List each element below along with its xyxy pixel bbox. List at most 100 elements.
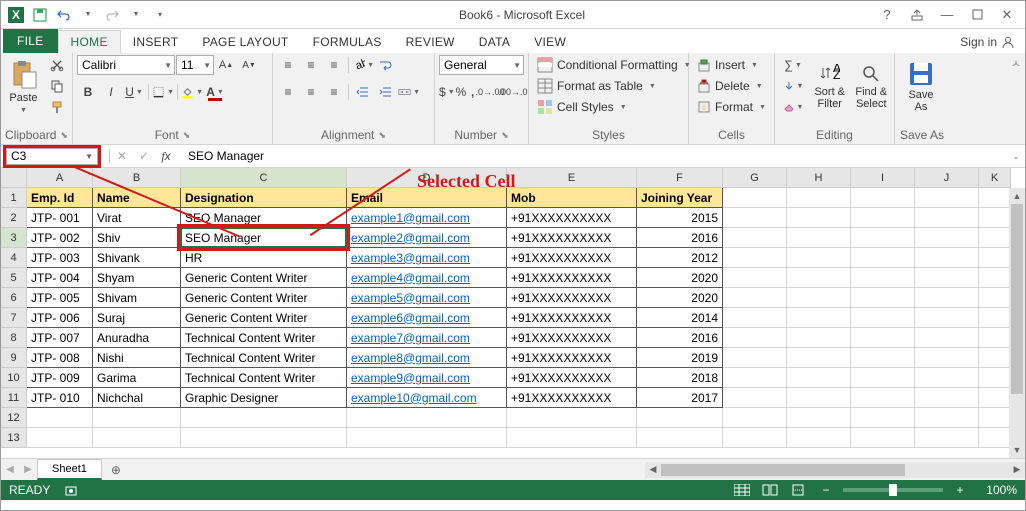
cell-D4[interactable]: example3@gmail.com bbox=[347, 248, 507, 268]
cell-A11[interactable]: JTP- 010 bbox=[27, 388, 93, 408]
cancel-icon[interactable]: ✕ bbox=[112, 147, 132, 165]
cell-C7[interactable]: Generic Content Writer bbox=[181, 308, 347, 328]
cell-C5[interactable]: Generic Content Writer bbox=[181, 268, 347, 288]
col-header-K[interactable]: K bbox=[979, 168, 1011, 188]
cell-H13[interactable] bbox=[787, 428, 851, 448]
cell-J3[interactable] bbox=[915, 228, 979, 248]
cell-E10[interactable]: +91XXXXXXXXXX bbox=[507, 368, 637, 388]
cell-B8[interactable]: Anuradha bbox=[93, 328, 181, 348]
scroll-down-icon[interactable]: ▼ bbox=[1009, 442, 1025, 458]
cell-F4[interactable]: 2012 bbox=[637, 248, 723, 268]
col-header-C[interactable]: C bbox=[181, 168, 347, 188]
cell-B9[interactable]: Nishi bbox=[93, 348, 181, 368]
cell-H7[interactable] bbox=[787, 308, 851, 328]
cell-E8[interactable]: +91XXXXXXXXXX bbox=[507, 328, 637, 348]
cell-K1[interactable] bbox=[979, 188, 1011, 208]
cell-I12[interactable] bbox=[851, 408, 915, 428]
cell-B13[interactable] bbox=[93, 428, 181, 448]
maximize-icon[interactable] bbox=[963, 4, 991, 26]
add-sheet-icon[interactable]: ⊕ bbox=[106, 460, 126, 480]
zoom-in-icon[interactable]: + bbox=[949, 482, 971, 498]
fx-icon[interactable]: fx bbox=[156, 147, 176, 165]
cell-A13[interactable] bbox=[27, 428, 93, 448]
font-size-combo[interactable]: 11▼ bbox=[176, 55, 214, 75]
help-icon[interactable]: ? bbox=[873, 4, 901, 26]
col-header-A[interactable]: A bbox=[27, 168, 93, 188]
scroll-left-icon[interactable]: ◀ bbox=[645, 462, 661, 478]
cell-B1[interactable]: Name bbox=[93, 188, 181, 208]
cell-J8[interactable] bbox=[915, 328, 979, 348]
undo-icon[interactable] bbox=[53, 4, 75, 26]
cell-E7[interactable]: +91XXXXXXXXXX bbox=[507, 308, 637, 328]
bold-icon[interactable]: B bbox=[77, 82, 99, 102]
align-right-icon[interactable]: ≡ bbox=[323, 82, 345, 102]
sheet-tab[interactable]: Sheet1 bbox=[37, 459, 102, 480]
cell-A5[interactable]: JTP- 004 bbox=[27, 268, 93, 288]
cell-K8[interactable] bbox=[979, 328, 1011, 348]
cell-H3[interactable] bbox=[787, 228, 851, 248]
cell-J1[interactable] bbox=[915, 188, 979, 208]
cell-K11[interactable] bbox=[979, 388, 1011, 408]
name-box[interactable]: C3▼ bbox=[6, 148, 98, 165]
cell-G6[interactable] bbox=[723, 288, 787, 308]
cell-E1[interactable]: Mob bbox=[507, 188, 637, 208]
cell-H1[interactable] bbox=[787, 188, 851, 208]
cell-F13[interactable] bbox=[637, 428, 723, 448]
align-bottom-icon[interactable]: ≡ bbox=[323, 55, 345, 75]
zoom-slider[interactable] bbox=[843, 488, 943, 492]
number-format-combo[interactable]: General▼ bbox=[439, 55, 524, 75]
cell-H8[interactable] bbox=[787, 328, 851, 348]
horizontal-scrollbar[interactable]: ◀ ▶ bbox=[645, 462, 1025, 478]
cell-I7[interactable] bbox=[851, 308, 915, 328]
cell-E12[interactable] bbox=[507, 408, 637, 428]
clear-icon[interactable]: ▼ bbox=[779, 97, 807, 117]
fill-color-icon[interactable]: ▼ bbox=[181, 82, 203, 102]
cell-I2[interactable] bbox=[851, 208, 915, 228]
row-header-8[interactable]: 8 bbox=[1, 328, 27, 348]
col-header-I[interactable]: I bbox=[851, 168, 915, 188]
cell-G10[interactable] bbox=[723, 368, 787, 388]
cell-B5[interactable]: Shyam bbox=[93, 268, 181, 288]
cell-B7[interactable]: Suraj bbox=[93, 308, 181, 328]
cell-G3[interactable] bbox=[723, 228, 787, 248]
row-header-13[interactable]: 13 bbox=[1, 428, 27, 448]
col-header-H[interactable]: H bbox=[787, 168, 851, 188]
cell-H4[interactable] bbox=[787, 248, 851, 268]
cell-E11[interactable]: +91XXXXXXXXXX bbox=[507, 388, 637, 408]
macro-record-icon[interactable] bbox=[60, 482, 82, 498]
redo-dropdown[interactable]: ▼ bbox=[125, 4, 147, 26]
format-cells-button[interactable]: Format▼ bbox=[693, 97, 770, 117]
row-header-7[interactable]: 7 bbox=[1, 308, 27, 328]
row-header-1[interactable]: 1 bbox=[1, 188, 27, 208]
cell-F10[interactable]: 2018 bbox=[637, 368, 723, 388]
align-center-icon[interactable]: ≡ bbox=[300, 82, 322, 102]
tab-view[interactable]: VIEW bbox=[522, 31, 578, 53]
cell-H10[interactable] bbox=[787, 368, 851, 388]
font-launcher-icon[interactable]: ⬊ bbox=[183, 130, 191, 141]
cell-D6[interactable]: example5@gmail.com bbox=[347, 288, 507, 308]
tab-formulas[interactable]: FORMULAS bbox=[301, 31, 394, 53]
tab-insert[interactable]: INSERT bbox=[121, 31, 191, 53]
cell-C13[interactable] bbox=[181, 428, 347, 448]
tab-data[interactable]: DATA bbox=[467, 31, 522, 53]
increase-indent-icon[interactable] bbox=[375, 82, 397, 102]
cell-B11[interactable]: Nichchal bbox=[93, 388, 181, 408]
cell-E6[interactable]: +91XXXXXXXXXX bbox=[507, 288, 637, 308]
cell-K9[interactable] bbox=[979, 348, 1011, 368]
scroll-up-icon[interactable]: ▲ bbox=[1009, 188, 1025, 204]
cell-I3[interactable] bbox=[851, 228, 915, 248]
align-left-icon[interactable]: ≡ bbox=[277, 82, 299, 102]
row-header-2[interactable]: 2 bbox=[1, 208, 27, 228]
cell-J13[interactable] bbox=[915, 428, 979, 448]
cell-F8[interactable]: 2016 bbox=[637, 328, 723, 348]
tab-review[interactable]: REVIEW bbox=[394, 31, 467, 53]
format-painter-icon[interactable] bbox=[46, 97, 68, 117]
cell-F12[interactable] bbox=[637, 408, 723, 428]
cell-D3[interactable]: example2@gmail.com bbox=[347, 228, 507, 248]
cell-I5[interactable] bbox=[851, 268, 915, 288]
cell-J7[interactable] bbox=[915, 308, 979, 328]
cell-A7[interactable]: JTP- 006 bbox=[27, 308, 93, 328]
cell-I6[interactable] bbox=[851, 288, 915, 308]
cell-B4[interactable]: Shivank bbox=[93, 248, 181, 268]
cell-H12[interactable] bbox=[787, 408, 851, 428]
